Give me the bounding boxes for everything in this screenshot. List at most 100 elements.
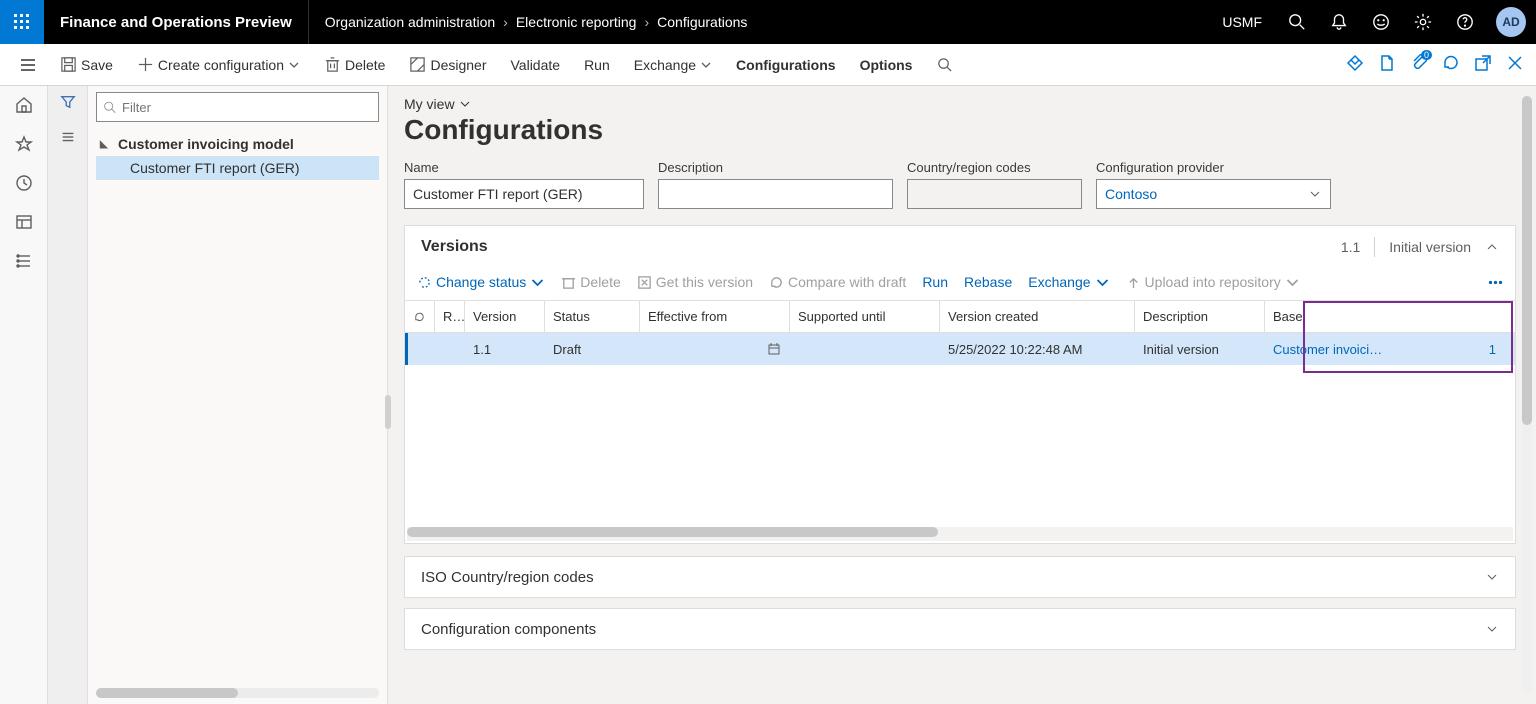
configurations-button[interactable]: Configurations <box>724 44 848 85</box>
search-in-page-icon[interactable] <box>924 44 965 85</box>
versions-grid: R… Version Status Effective from Support… <box>405 300 1515 541</box>
attachments-icon[interactable]: 0 <box>1410 54 1428 75</box>
configuration-components-card[interactable]: Configuration components <box>404 608 1516 650</box>
avatar[interactable]: AD <box>1496 7 1526 37</box>
change-status-button[interactable]: Change status <box>417 274 545 290</box>
view-selector[interactable]: My view <box>404 96 1516 112</box>
hamburger-icon[interactable] <box>8 56 48 74</box>
provider-select[interactable]: Contoso <box>1096 179 1331 209</box>
versions-header-desc: Initial version <box>1389 239 1471 255</box>
chevron-down-icon <box>700 59 712 71</box>
breadcrumb-item-3[interactable]: Configurations <box>657 14 747 30</box>
create-configuration-button[interactable]: Create configuration <box>125 44 312 85</box>
page-title: Configurations <box>404 114 1516 146</box>
grid-scrollbar[interactable] <box>407 527 1513 541</box>
col-r[interactable]: R… <box>435 301 465 332</box>
designer-label: Designer <box>430 57 486 73</box>
validate-label: Validate <box>511 57 561 73</box>
save-button[interactable]: Save <box>48 44 125 85</box>
get-version-button: Get this version <box>637 274 753 290</box>
grid-header: R… Version Status Effective from Support… <box>405 301 1515 333</box>
bell-icon[interactable] <box>1318 0 1360 44</box>
cell-base[interactable]: Customer invoici… 1 <box>1265 333 1515 365</box>
search-icon[interactable] <box>1276 0 1318 44</box>
rebase-button[interactable]: Rebase <box>964 274 1012 290</box>
command-bar-right: 0 <box>1346 54 1536 75</box>
workspace-icon[interactable] <box>15 213 33 234</box>
popout-icon[interactable] <box>1474 54 1492 75</box>
run-button[interactable]: Run <box>572 44 622 85</box>
col-description[interactable]: Description <box>1135 301 1265 332</box>
tree-filter-field[interactable] <box>122 100 372 115</box>
help-icon[interactable] <box>1444 0 1486 44</box>
cell-effective-from[interactable] <box>640 333 790 365</box>
calendar-icon <box>767 342 781 356</box>
close-icon[interactable] <box>1506 54 1524 75</box>
diamond-icon[interactable] <box>1346 54 1364 75</box>
tree-filter-input[interactable] <box>96 92 379 122</box>
main-scrollbar[interactable] <box>1522 96 1532 694</box>
col-effective-from[interactable]: Effective from <box>640 301 790 332</box>
description-input[interactable] <box>658 179 893 209</box>
chevron-right-icon: › <box>644 14 649 30</box>
table-row[interactable]: 1.1 Draft 5/25/2022 10:22:48 AM Initial … <box>405 333 1515 365</box>
list-lines-icon[interactable] <box>60 129 76 148</box>
collapse-icon[interactable]: ◣ <box>100 139 112 150</box>
home-icon[interactable] <box>15 96 33 117</box>
col-version[interactable]: Version <box>465 301 545 332</box>
tree-node-root[interactable]: ◣ Customer invoicing model <box>96 132 379 156</box>
star-icon[interactable] <box>15 135 33 156</box>
exchange-button[interactable]: Exchange <box>622 44 724 85</box>
exchange-label: Exchange <box>634 57 696 73</box>
upload-label: Upload into repository <box>1145 274 1281 290</box>
topbar-right: USMF AD <box>1208 0 1536 44</box>
clock-icon[interactable] <box>15 174 33 195</box>
breadcrumb-item-2[interactable]: Electronic reporting <box>516 14 637 30</box>
get-version-label: Get this version <box>656 274 753 290</box>
name-input[interactable]: Customer FTI report (GER) <box>404 179 644 209</box>
versions-run-button[interactable]: Run <box>922 274 948 290</box>
environment-label[interactable]: USMF <box>1208 14 1276 30</box>
col-base[interactable]: Base <box>1265 301 1515 332</box>
versions-header-version: 1.1 <box>1341 239 1360 255</box>
col-version-created[interactable]: Version created <box>940 301 1135 332</box>
attachments-badge: 0 <box>1421 50 1432 60</box>
chevron-down-icon <box>1308 187 1322 201</box>
more-actions-button[interactable] <box>1488 275 1503 290</box>
run-label: Run <box>584 57 610 73</box>
iso-country-label: ISO Country/region codes <box>421 569 594 586</box>
tree: ◣ Customer invoicing model Customer FTI … <box>96 132 379 180</box>
versions-exchange-button[interactable]: Exchange <box>1028 274 1109 290</box>
designer-button[interactable]: Designer <box>397 44 498 85</box>
chevron-right-icon: › <box>503 14 508 30</box>
options-button[interactable]: Options <box>848 44 925 85</box>
country-label: Country/region codes <box>907 160 1082 175</box>
iso-country-card[interactable]: ISO Country/region codes <box>404 556 1516 598</box>
form-row: Name Customer FTI report (GER) Descripti… <box>404 160 1516 209</box>
tree-node-child[interactable]: Customer FTI report (GER) <box>96 156 379 180</box>
versions-header[interactable]: Versions 1.1 Initial version <box>405 226 1515 268</box>
chevron-down-icon <box>530 275 545 290</box>
chevron-up-icon[interactable] <box>1485 240 1499 254</box>
field-provider: Configuration provider Contoso <box>1096 160 1331 209</box>
col-supported-until[interactable]: Supported until <box>790 301 940 332</box>
app-launcher-icon[interactable] <box>0 0 44 44</box>
smiley-icon[interactable] <box>1360 0 1402 44</box>
office-icon[interactable] <box>1378 54 1396 75</box>
configuration-components-label: Configuration components <box>421 621 596 638</box>
col-status[interactable]: Status <box>545 301 640 332</box>
refresh-icon[interactable] <box>1442 54 1460 75</box>
breadcrumb-item-1[interactable]: Organization administration <box>325 14 495 30</box>
compare-button: Compare with draft <box>769 274 906 290</box>
modules-icon[interactable] <box>15 252 33 273</box>
cell-supported-until <box>790 333 940 365</box>
funnel-icon[interactable] <box>60 94 76 113</box>
validate-button[interactable]: Validate <box>499 44 573 85</box>
versions-title: Versions <box>421 238 488 256</box>
grid-refresh-icon[interactable] <box>405 301 435 332</box>
cell-version: 1.1 <box>465 333 545 365</box>
tree-scrollbar[interactable] <box>96 688 379 698</box>
gear-icon[interactable] <box>1402 0 1444 44</box>
view-label: My view <box>404 96 455 112</box>
delete-button[interactable]: Delete <box>312 44 397 85</box>
